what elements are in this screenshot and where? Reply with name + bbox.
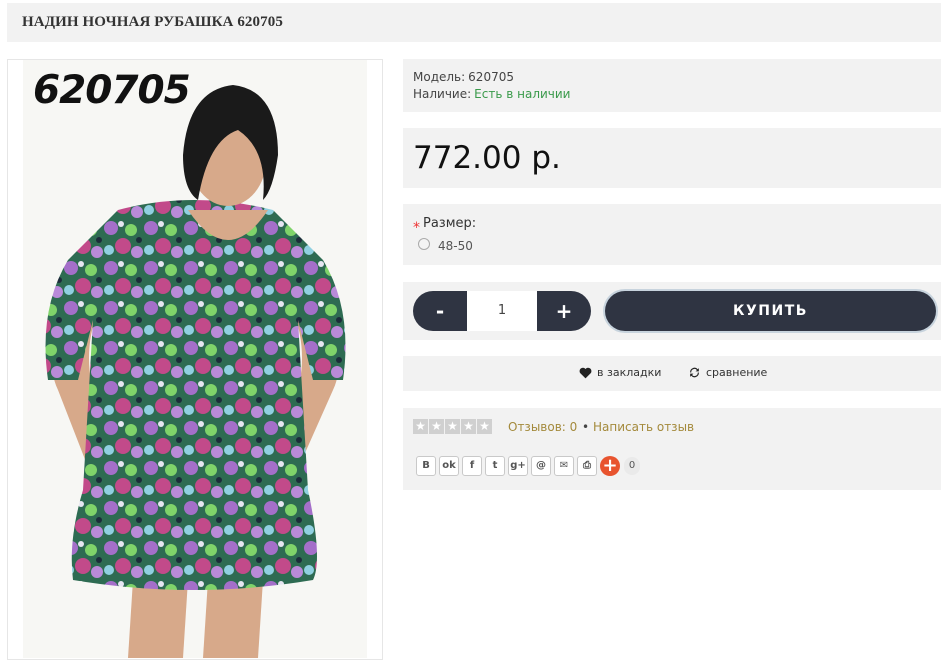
odnoklassniki-icon[interactable]: ok — [439, 456, 459, 476]
reviews-separator: • — [582, 420, 590, 434]
options-panel: * Размер: 48-50 — [403, 204, 941, 265]
quantity-input[interactable]: 1 — [467, 291, 537, 331]
reviews-panel: ★ ★ ★ ★ ★ Отзывов: 0 • Написать отзыв B … — [403, 408, 941, 490]
stock-status: Есть в наличии — [474, 87, 571, 101]
star-icon: ★ — [477, 419, 492, 434]
star-icon: ★ — [413, 419, 428, 434]
share-more-icon[interactable]: + — [600, 456, 620, 476]
product-image-frame[interactable]: 620705 — [7, 59, 383, 660]
star-icon: ★ — [445, 419, 460, 434]
compare-link[interactable]: сравнение — [688, 366, 767, 379]
wishlist-label: в закладки — [597, 366, 662, 379]
twitter-icon[interactable]: t — [485, 456, 505, 476]
product-title-bar: НАДИН НОЧНАЯ РУБАШКА 620705 — [7, 3, 941, 42]
star-icon: ★ — [429, 419, 444, 434]
compare-label: сравнение — [706, 366, 768, 379]
page-title: НАДИН НОЧНАЯ РУБАШКА 620705 — [22, 14, 283, 30]
reviews-count-link[interactable]: Отзывов: 0 — [508, 420, 577, 434]
wishlist-link[interactable]: в закладки — [579, 366, 661, 379]
size-option-label[interactable]: 48-50 — [438, 239, 473, 253]
product-price: 772.00 р. — [413, 140, 561, 176]
google-plus-icon[interactable]: g+ — [508, 456, 528, 476]
product-photo-illustration — [23, 60, 367, 658]
price-panel: 772.00 р. — [403, 128, 941, 188]
image-product-code: 620705 — [33, 68, 191, 113]
buy-button[interactable]: КУПИТЬ — [605, 291, 936, 331]
product-actions-panel: в закладки сравнение — [403, 356, 941, 391]
heart-icon — [579, 367, 592, 378]
print-icon[interactable]: ⎙ — [577, 456, 597, 476]
product-info-panel: Модель: 620705 Наличие: Есть в наличии — [403, 59, 941, 112]
model-value: 620705 — [468, 70, 514, 84]
stock-label: Наличие: — [413, 87, 472, 101]
quantity-decrease-button[interactable]: - — [413, 291, 467, 331]
size-label: Размер: — [423, 216, 477, 231]
email-icon[interactable]: ✉ — [554, 456, 574, 476]
vk-icon[interactable]: B — [416, 456, 436, 476]
share-buttons: B ok f t g+ @ ✉ ⎙ + 0 — [416, 456, 640, 476]
required-mark: * — [413, 220, 420, 236]
model-label: Модель: — [413, 70, 466, 84]
share-counter: 0 — [624, 457, 640, 475]
size-radio[interactable] — [418, 238, 430, 250]
facebook-icon[interactable]: f — [462, 456, 482, 476]
add-to-cart-panel: - 1 + КУПИТЬ — [403, 282, 941, 340]
rating-stars: ★ ★ ★ ★ ★ — [413, 419, 493, 434]
mailru-icon[interactable]: @ — [531, 456, 551, 476]
quantity-increase-button[interactable]: + — [537, 291, 591, 331]
star-icon: ★ — [461, 419, 476, 434]
refresh-icon — [690, 367, 699, 378]
product-image[interactable]: 620705 — [23, 60, 367, 658]
write-review-link[interactable]: Написать отзыв — [593, 420, 694, 434]
